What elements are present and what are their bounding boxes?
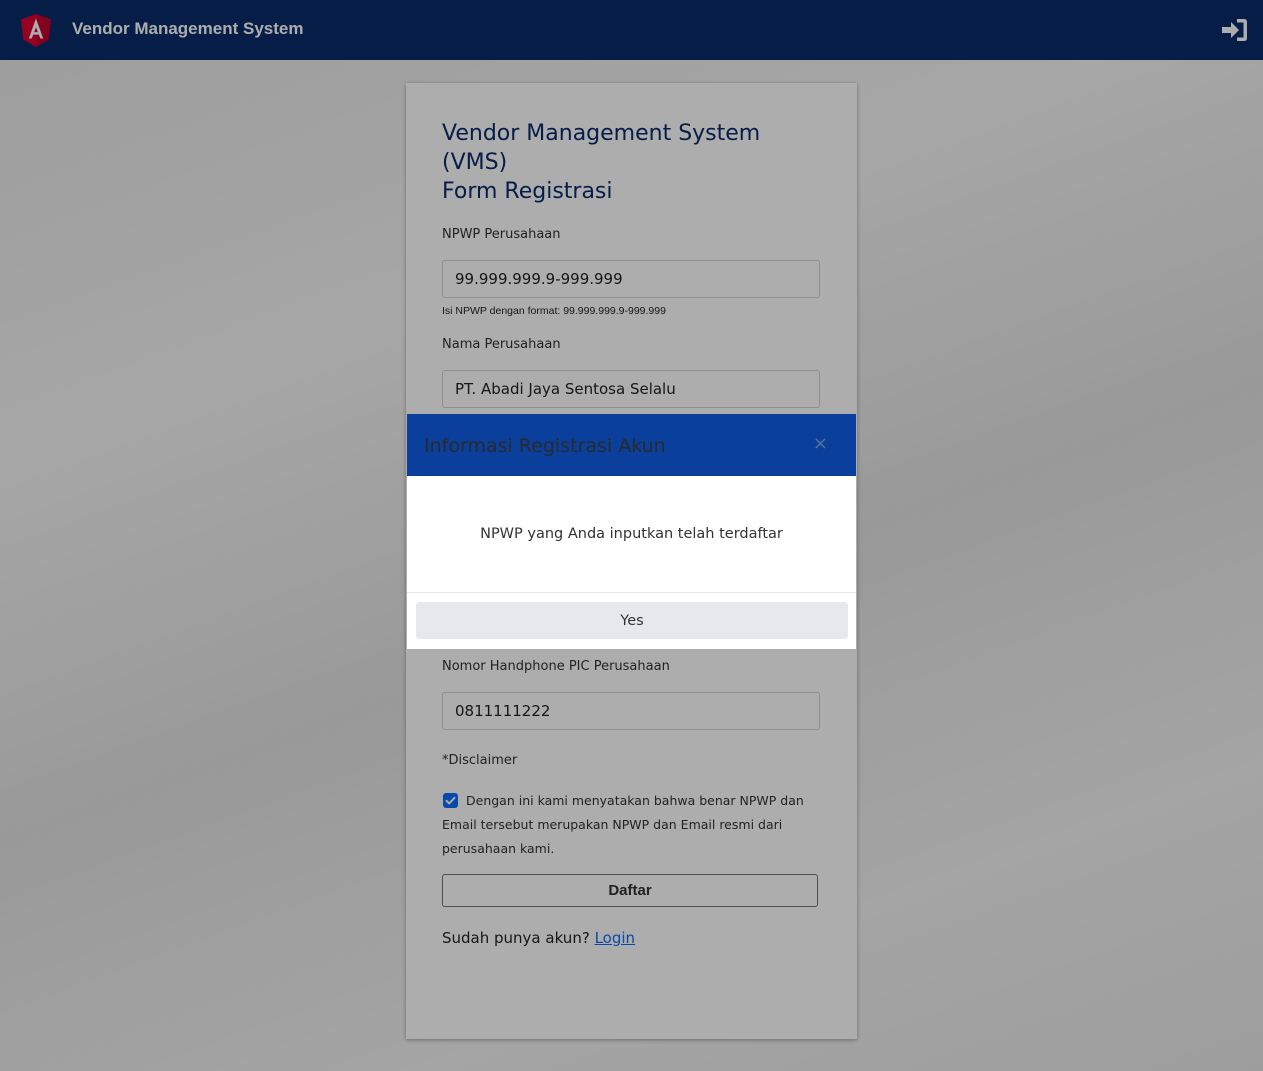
- modal-body: NPWP yang Anda inputkan telah terdaftar: [407, 476, 856, 593]
- close-icon[interactable]: ×: [813, 434, 828, 454]
- modal-message: NPWP yang Anda inputkan telah terdaftar: [480, 526, 783, 542]
- registration-info-modal: Informasi Registrasi Akun × NPWP yang An…: [407, 414, 856, 649]
- modal-header: Informasi Registrasi Akun ×: [407, 414, 856, 476]
- yes-button[interactable]: Yes: [416, 602, 848, 639]
- modal-title: Informasi Registrasi Akun: [424, 435, 666, 457]
